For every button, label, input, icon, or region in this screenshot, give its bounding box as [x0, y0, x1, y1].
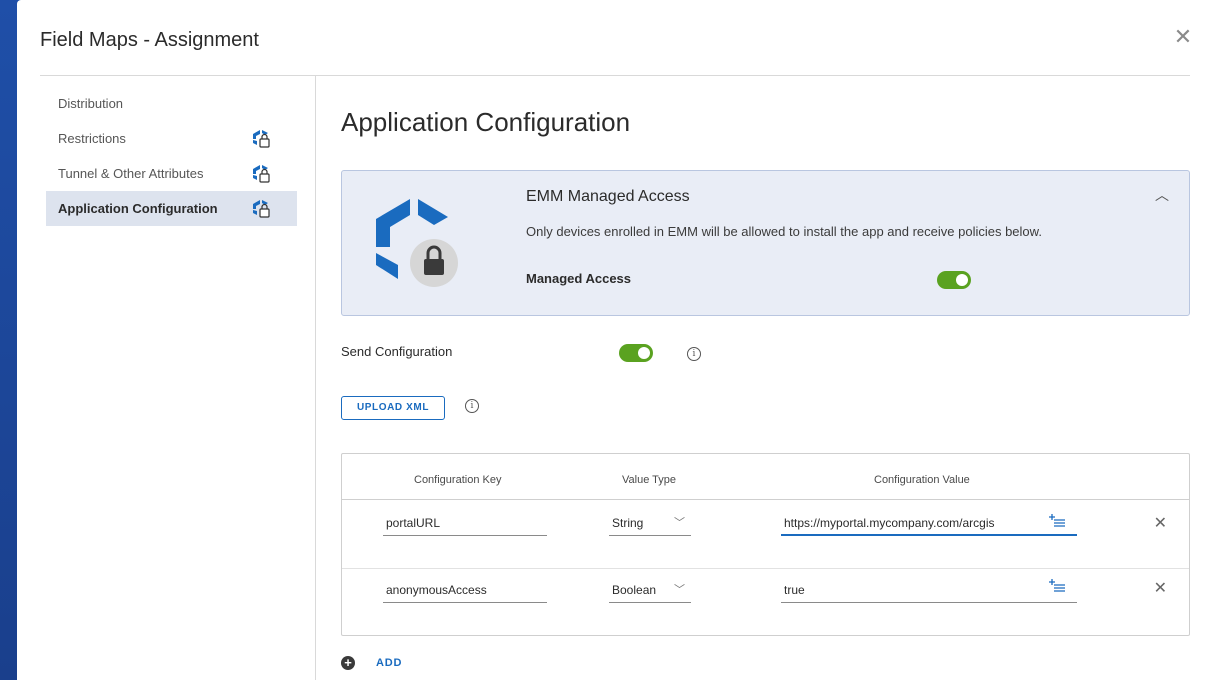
- managed-lock-icon: [253, 200, 270, 218]
- emm-description: Only devices enrolled in EMM will be all…: [526, 224, 1042, 239]
- send-configuration-label: Send Configuration: [341, 344, 453, 359]
- insert-lookup-icon[interactable]: [1048, 579, 1066, 593]
- config-key-input[interactable]: anonymousAccess: [383, 581, 547, 603]
- emm-title: EMM Managed Access: [526, 188, 690, 205]
- column-header-key: Configuration Key: [414, 474, 502, 486]
- config-value-input[interactable]: true: [781, 581, 1077, 603]
- sidebar-item-distribution[interactable]: Distribution: [46, 86, 297, 121]
- assignment-dialog: Field Maps - Assignment ✕ Distribution R…: [17, 0, 1206, 680]
- sidebar-item-label: Application Configuration: [58, 201, 218, 216]
- value-type-select[interactable]: Boolean ﹀: [609, 581, 691, 603]
- sidebar-item-label: Distribution: [58, 96, 124, 111]
- value-type-selected: Boolean: [612, 583, 657, 597]
- close-icon[interactable]: ✕: [1172, 26, 1194, 48]
- add-row-button[interactable]: + ADD: [341, 654, 402, 672]
- value-type-selected: String: [612, 516, 644, 530]
- managed-access-toggle[interactable]: [937, 271, 971, 289]
- chevron-up-icon[interactable]: ︿: [1155, 185, 1169, 205]
- toggle-knob: [956, 274, 968, 286]
- page-title: Application Configuration: [341, 107, 631, 137]
- plus-circle-icon: +: [341, 656, 355, 670]
- remove-row-icon[interactable]: ✕: [1154, 581, 1167, 597]
- chevron-down-icon: ﹀: [674, 584, 685, 596]
- info-icon[interactable]: i: [687, 347, 701, 361]
- chevron-down-icon: ﹀: [674, 517, 685, 529]
- dialog-title: Field Maps - Assignment: [40, 29, 259, 51]
- config-key-input[interactable]: portalURL: [383, 514, 547, 536]
- sidebar-item-label: Restrictions: [58, 131, 126, 146]
- value-type-select[interactable]: String ﹀: [609, 514, 691, 536]
- table-header: Configuration Key Value Type Configurati…: [342, 454, 1189, 500]
- managed-lock-icon: [253, 130, 270, 148]
- sidebar-item-restrictions[interactable]: Restrictions: [46, 121, 297, 156]
- remove-row-icon[interactable]: ✕: [1154, 516, 1167, 532]
- sidebar-item-application-configuration[interactable]: Application Configuration: [46, 191, 297, 226]
- managed-access-label: Managed Access: [526, 271, 632, 286]
- config-value-input[interactable]: https://myportal.mycompany.com/arcgis: [781, 514, 1077, 536]
- insert-lookup-icon[interactable]: [1048, 514, 1066, 528]
- configuration-table: Configuration Key Value Type Configurati…: [341, 453, 1190, 636]
- send-configuration-toggle[interactable]: [619, 344, 653, 362]
- sidebar-item-label: Tunnel & Other Attributes: [58, 166, 204, 181]
- table-row: portalURL String ﹀ https://myportal.myco…: [342, 500, 1189, 568]
- sidebar-item-tunnel[interactable]: Tunnel & Other Attributes: [46, 156, 297, 191]
- managed-lock-icon: [253, 165, 270, 183]
- column-header-value: Configuration Value: [874, 474, 970, 486]
- upload-xml-button[interactable]: UPLOAD XML: [341, 396, 445, 420]
- toggle-knob: [638, 347, 650, 359]
- table-row: anonymousAccess Boolean ﹀ true ✕: [342, 568, 1189, 636]
- main-panel: Application Configuration EMM Managed Ac…: [341, 76, 1190, 680]
- info-icon[interactable]: i: [465, 399, 479, 413]
- sidebar: Distribution Restrictions Tunnel & Other…: [40, 76, 316, 680]
- emm-lock-logo-icon: [376, 199, 458, 287]
- add-label: ADD: [376, 657, 403, 669]
- emm-managed-access-card: EMM Managed Access ︿ Only devices enroll…: [341, 170, 1190, 316]
- column-header-type: Value Type: [622, 474, 677, 486]
